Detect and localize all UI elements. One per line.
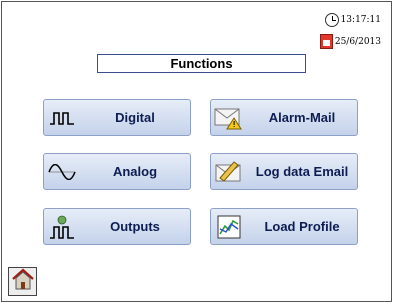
home-button[interactable] xyxy=(8,267,37,296)
page-title: Functions xyxy=(97,54,306,73)
date-text: 25/6/2013 xyxy=(334,36,381,47)
time-display: 13:17:11 xyxy=(324,13,381,27)
screen: 13:17:11 25/6/2013 Functions Digital Ana… xyxy=(1,1,392,302)
home-icon xyxy=(11,268,35,295)
sine-wave-icon xyxy=(44,154,80,189)
log-data-email-button[interactable]: Log data Email xyxy=(210,153,358,190)
output-pulse-icon xyxy=(44,209,80,244)
pulse-wave-icon xyxy=(44,100,80,135)
analog-label: Analog xyxy=(112,164,158,179)
chart-icon xyxy=(211,209,247,244)
alarm-mail-label: Alarm-Mail xyxy=(268,110,336,125)
outputs-label: Outputs xyxy=(110,219,160,234)
clock-icon xyxy=(324,13,339,27)
calendar-icon xyxy=(319,34,333,49)
alarm-mail-button[interactable]: Alarm-Mail xyxy=(210,99,358,136)
time-text: 13:17:11 xyxy=(340,15,381,25)
mail-warning-icon xyxy=(211,100,247,135)
analog-button[interactable]: Analog xyxy=(43,153,191,190)
load-profile-label: Load Profile xyxy=(264,219,340,234)
digital-button[interactable]: Digital xyxy=(43,99,191,136)
mail-pencil-icon xyxy=(211,154,247,189)
outputs-button[interactable]: Outputs xyxy=(43,208,191,245)
digital-label: Digital xyxy=(115,110,155,125)
log-data-email-label: Log data Email xyxy=(255,164,349,179)
load-profile-button[interactable]: Load Profile xyxy=(210,208,358,245)
date-display: 25/6/2013 xyxy=(319,34,381,49)
